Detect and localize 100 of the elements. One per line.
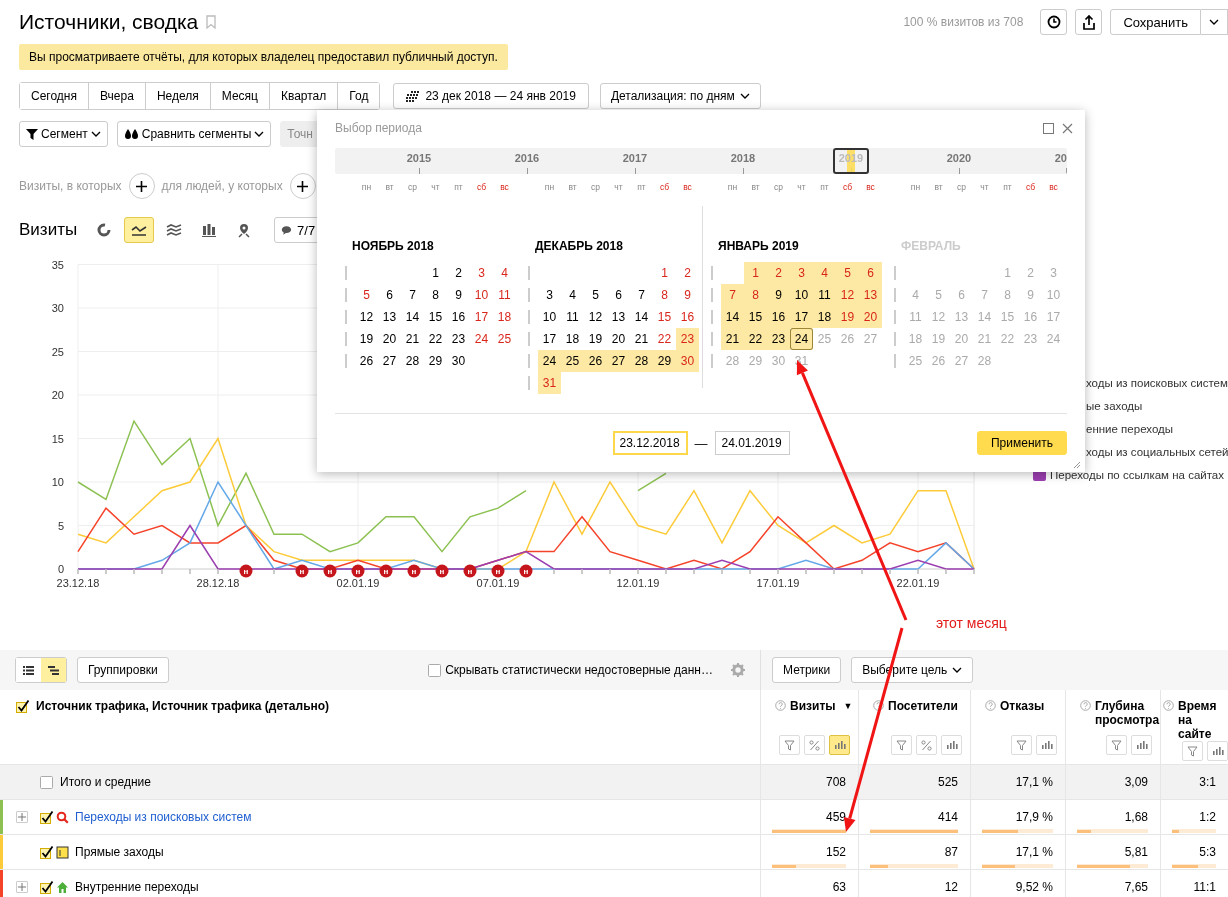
calendar-day[interactable]: 27 bbox=[607, 350, 630, 372]
calendar-day[interactable]: 4 bbox=[813, 262, 836, 284]
column-tool-button[interactable] bbox=[891, 735, 912, 755]
calendar-day[interactable]: 9 bbox=[676, 284, 699, 306]
calendar-day[interactable]: 31 bbox=[538, 372, 561, 394]
calendar-day[interactable]: 20 bbox=[378, 328, 401, 350]
help-icon[interactable] bbox=[873, 700, 884, 711]
legend-label[interactable]: енние переходы bbox=[1086, 422, 1173, 435]
add-condition-button[interactable] bbox=[128, 173, 155, 199]
calendar-day[interactable]: 13 bbox=[607, 306, 630, 328]
calendar-day[interactable]: 5 bbox=[355, 284, 378, 306]
add-condition-button[interactable] bbox=[289, 173, 316, 199]
column-header[interactable]: Посетители bbox=[888, 699, 958, 713]
calendar-day[interactable]: 26 bbox=[584, 350, 607, 372]
column-tool-button[interactable] bbox=[804, 735, 825, 755]
calendar-day[interactable]: 10 bbox=[790, 284, 813, 306]
column-header[interactable]: Время на сайте bbox=[1178, 699, 1228, 741]
calendar-day[interactable]: 18 bbox=[493, 306, 516, 328]
calendar-day[interactable]: 14 bbox=[630, 306, 653, 328]
column-header[interactable]: Отказы bbox=[1000, 699, 1045, 713]
column-header[interactable]: Визиты bbox=[790, 699, 836, 713]
calendar-day[interactable]: 5 bbox=[584, 284, 607, 306]
expand-button[interactable] bbox=[16, 881, 28, 893]
calendar-day[interactable]: 7 bbox=[721, 284, 744, 306]
checkbox[interactable] bbox=[39, 774, 54, 790]
calendar-day[interactable]: 17 bbox=[538, 328, 561, 350]
calendar-day[interactable]: 7 bbox=[401, 284, 424, 306]
expand-button[interactable] bbox=[16, 811, 28, 823]
calendar-day[interactable]: 22 bbox=[653, 328, 676, 350]
calendar-day[interactable]: 14 bbox=[401, 306, 424, 328]
checkbox[interactable] bbox=[39, 809, 54, 825]
checkbox[interactable] bbox=[15, 699, 30, 714]
year-label[interactable]: 2015 bbox=[406, 148, 432, 174]
start-date-field[interactable]: 23.12.2018 bbox=[612, 431, 688, 455]
calendar-day[interactable]: 9 bbox=[447, 284, 470, 306]
chart-type-button[interactable] bbox=[124, 217, 155, 243]
column-tool-button[interactable] bbox=[829, 735, 850, 755]
calendar-day[interactable]: 4 bbox=[493, 262, 516, 284]
calendar-day[interactable]: 23 bbox=[767, 328, 790, 350]
column-tool-button[interactable] bbox=[1131, 735, 1152, 755]
calendar-day[interactable]: 16 bbox=[447, 306, 470, 328]
calendar-day[interactable]: 3 bbox=[538, 284, 561, 306]
save-menu-button[interactable] bbox=[1201, 9, 1228, 35]
calendar-day[interactable]: 1 bbox=[424, 262, 447, 284]
view-toggle-button[interactable] bbox=[16, 658, 41, 682]
calendar-day[interactable]: 19 bbox=[584, 328, 607, 350]
calendar-day[interactable]: 7 bbox=[630, 284, 653, 306]
row-link[interactable]: Переходы из поисковых систем bbox=[75, 810, 252, 824]
calendar-day[interactable]: 3 bbox=[790, 262, 813, 284]
calendar-day[interactable]: 6 bbox=[607, 284, 630, 306]
compare-segments-dropdown[interactable]: Сравнить сегменты bbox=[116, 121, 272, 147]
calendar-day[interactable]: 28 bbox=[401, 350, 424, 372]
checkbox[interactable] bbox=[39, 844, 54, 860]
close-icon[interactable] bbox=[1062, 122, 1073, 134]
segment-dropdown[interactable]: Сегмент bbox=[19, 121, 108, 147]
calendar-day[interactable]: 2 bbox=[447, 262, 470, 284]
calendar-day[interactable]: 11 bbox=[561, 306, 584, 328]
calendar-day[interactable]: 2 bbox=[676, 262, 699, 284]
column-tool-button[interactable] bbox=[1011, 735, 1032, 755]
calendar-day[interactable]: 29 bbox=[424, 350, 447, 372]
metrics-button[interactable]: Метрики bbox=[772, 657, 842, 683]
year-label[interactable]: 2020 bbox=[946, 148, 972, 174]
save-button[interactable]: Сохранить bbox=[1110, 9, 1201, 35]
legend-label[interactable]: ые заходы bbox=[1086, 399, 1143, 412]
calendar-day[interactable]: 12 bbox=[836, 284, 859, 306]
calendar-day[interactable]: 8 bbox=[653, 284, 676, 306]
end-date-field[interactable]: 24.01.2019 bbox=[714, 431, 790, 455]
calendar-day[interactable]: 1 bbox=[744, 262, 767, 284]
view-toggle-button[interactable] bbox=[41, 658, 66, 682]
calendar-day[interactable]: 15 bbox=[424, 306, 447, 328]
calendar-day[interactable]: 16 bbox=[767, 306, 790, 328]
legend-label[interactable]: ходы из поисковых систем bbox=[1086, 376, 1228, 389]
legend-label[interactable]: Переходы по ссылкам на сайтах bbox=[1050, 468, 1224, 481]
column-tool-button[interactable] bbox=[1182, 741, 1203, 761]
calendar-day[interactable]: 30 bbox=[447, 350, 470, 372]
groupings-button[interactable]: Группировки bbox=[77, 657, 169, 683]
calendar-day[interactable]: 18 bbox=[813, 306, 836, 328]
calendar-day[interactable]: 6 bbox=[859, 262, 882, 284]
year-label[interactable]: 2018 bbox=[730, 148, 756, 174]
calendar-day[interactable]: 3 bbox=[470, 262, 493, 284]
calendar-day[interactable]: 11 bbox=[813, 284, 836, 306]
calendar-day[interactable]: 21 bbox=[401, 328, 424, 350]
calendar-day[interactable]: 5 bbox=[836, 262, 859, 284]
checkbox[interactable] bbox=[427, 662, 443, 678]
period-preset-button[interactable]: Сегодня bbox=[20, 83, 89, 109]
calendar-day[interactable]: 17 bbox=[790, 306, 813, 328]
calendar-day[interactable]: 21 bbox=[721, 328, 744, 350]
calendar-day[interactable]: 19 bbox=[355, 328, 378, 350]
calendar-day[interactable]: 24 bbox=[538, 350, 561, 372]
calendar-day[interactable]: 13 bbox=[378, 306, 401, 328]
column-tool-button[interactable] bbox=[1106, 735, 1127, 755]
calendar-day[interactable]: 10 bbox=[470, 284, 493, 306]
calendar-day[interactable]: 28 bbox=[630, 350, 653, 372]
calendar-day[interactable]: 23 bbox=[447, 328, 470, 350]
column-header[interactable]: Глубина просмотра bbox=[1095, 699, 1160, 727]
calendar-day[interactable]: 2 bbox=[767, 262, 790, 284]
calendar-day[interactable]: 24 bbox=[790, 328, 813, 350]
calendar-day[interactable]: 6 bbox=[378, 284, 401, 306]
year-label[interactable]: 2016 bbox=[514, 148, 540, 174]
calendar-day[interactable]: 10 bbox=[538, 306, 561, 328]
